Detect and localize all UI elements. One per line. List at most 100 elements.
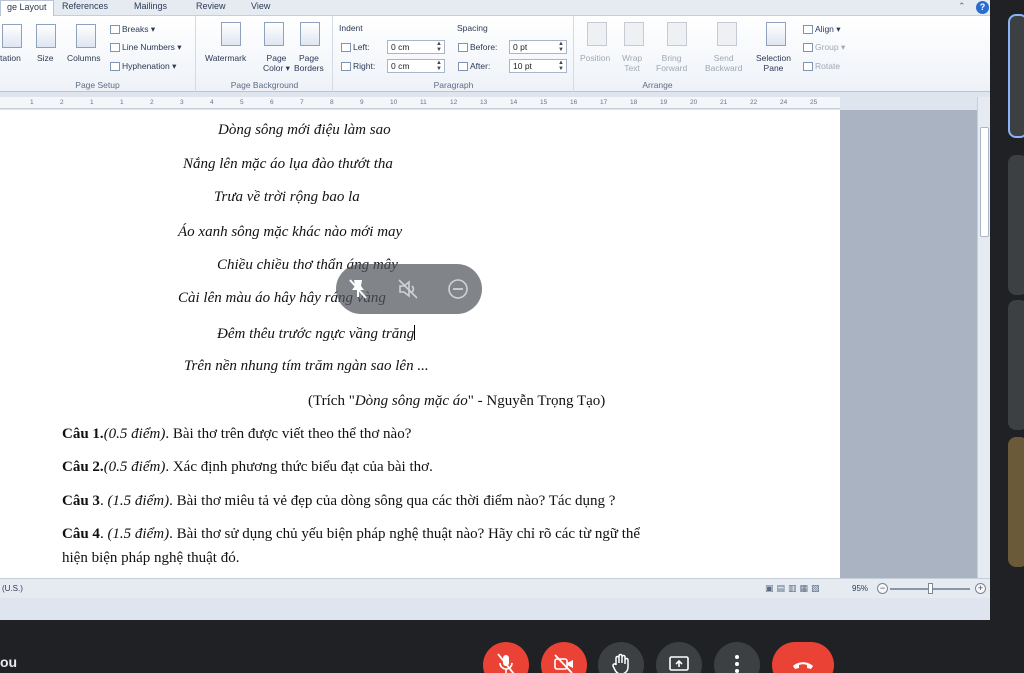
question-4-continuation: hiện biện pháp nghệ thuật đó. [62,550,240,566]
orientation-button[interactable]: tation [0,53,21,63]
zoom-level[interactable]: 95% [852,584,868,593]
remove-icon[interactable] [446,277,470,301]
tab-review[interactable]: Review [196,1,226,11]
group-button: Group ▾ [803,42,845,53]
vertical-scrollbar[interactable] [977,97,990,578]
ruler-tick: 1 [30,99,34,106]
participant-tile[interactable] [1008,155,1024,295]
indent-left-input[interactable]: 0 cm ▲ ▼ [387,40,445,54]
language-indicator[interactable]: (U.S.) [2,584,23,593]
columns-button[interactable]: Columns [67,53,101,63]
camera-toggle-button[interactable] [541,642,587,673]
spacing-before-input[interactable]: 0 pt ▲ ▼ [509,40,567,54]
help-icon[interactable]: ? [976,1,989,14]
group-page-background: Watermark Page Color ▾ Page Borders Page B… [197,16,333,92]
participant-video-tile[interactable] [1008,437,1024,567]
speaker-muted-icon[interactable] [396,277,420,301]
mic-toggle-button[interactable] [483,642,529,673]
question-2: Câu 2.(0.5 điểm). Xác định phương thức b… [62,459,433,475]
tab-view[interactable]: View [251,1,270,11]
selection-pane-button[interactable]: Selection Pane [756,53,791,73]
ruler-tick: 7 [300,99,304,106]
text-cursor [414,325,416,340]
participant-tile-active[interactable] [1008,14,1024,138]
ruler-tick: 11 [420,99,427,106]
line-numbers-button[interactable]: Line Numbers ▾ [110,42,182,53]
ruler-tick: 10 [390,99,398,106]
zoom-slider-knob[interactable] [928,583,933,594]
orientation-icon[interactable] [2,24,22,48]
position-icon [587,22,607,46]
present-screen-icon [669,656,689,671]
spacing-before-icon [458,43,468,53]
zoom-in-icon[interactable]: + [975,583,986,594]
poem-line: Dòng sông mới điệu làm sao [218,122,391,138]
tab-mailings[interactable]: Mailings [134,1,167,11]
question-4: Câu 4. (1.5 điểm). Bài thơ sử dụng chủ y… [62,526,641,542]
spinner-arrows-icon[interactable]: ▲ ▼ [558,41,564,53]
tab-references[interactable]: References [62,1,108,11]
spacing-after-label: After: [458,61,490,72]
question-1: Câu 1.(0.5 điểm). Bài thơ trên được viết… [62,426,412,442]
wrap-text-button: Wrap Text [622,53,643,73]
bring-forward-icon [667,22,687,46]
breaks-button[interactable]: Breaks ▾ [110,24,155,35]
pin-off-icon[interactable] [346,277,370,301]
group-page-setup: tation Size Columns Breaks ▾ Line Number… [0,16,196,92]
poem-line: Nắng lên mặc áo lụa đào thướt tha [183,156,393,172]
hyphenation-button[interactable]: Hyphenation ▾ [110,61,176,72]
align-button[interactable]: Align ▾ [803,24,841,35]
size-button[interactable]: Size [37,53,54,63]
participant-tile[interactable] [1008,300,1024,430]
scrollbar-thumb[interactable] [980,127,989,237]
page-background-label: Page Background [230,80,299,90]
spinner-arrows-icon[interactable]: ▲ ▼ [558,60,564,72]
citation: (Trích "Dòng sông mặc áo" - Nguyễn Trọng… [308,393,606,409]
tab-page-layout[interactable]: ge Layout [0,0,54,16]
watermark-button[interactable]: Watermark [205,53,246,63]
spacing-after-icon [458,62,468,72]
word-window: ge Layout References Mailings Review Vie… [0,0,990,620]
raise-hand-button[interactable] [598,642,644,673]
minimize-ribbon-icon[interactable]: ⌃ [958,1,966,12]
page-borders-icon[interactable] [300,22,320,46]
page-borders-button[interactable]: Page Borders [294,53,324,73]
self-name-label: ou [0,654,18,670]
page-setup-label: Page Setup [75,80,120,90]
rotate-button: Rotate [803,61,840,72]
view-mode-icons[interactable]: ▣▤▥▦▧ [765,583,823,594]
ruler-tick: 14 [510,99,518,106]
spinner-arrows-icon[interactable]: ▲ ▼ [436,41,442,53]
size-icon[interactable] [36,24,56,48]
arrange-label: Arrange [642,80,673,90]
ruler-tick: 15 [540,99,548,106]
line-numbers-icon [110,43,120,53]
indent-right-input[interactable]: 0 cm ▲ ▼ [387,59,445,73]
more-options-button[interactable] [714,642,760,673]
send-backward-button: Send Backward [705,53,743,73]
selection-pane-icon[interactable] [766,22,786,46]
spinner-arrows-icon[interactable]: ▲ ▼ [436,60,442,72]
ruler-tick: 1 [90,99,94,106]
columns-icon[interactable] [76,24,96,48]
ruler-tick: 13 [480,99,488,106]
watermark-icon[interactable] [221,22,241,46]
page-color-icon[interactable] [264,22,284,46]
ruler-tick: 16 [570,99,578,106]
status-bar: (U.S.) ▣▤▥▦▧ 95% − + [0,578,990,598]
spacing-after-input[interactable]: 10 pt ▲ ▼ [509,59,567,73]
indent-label: Indent [339,23,363,33]
ruler-tick: 9 [360,99,364,106]
poem-line: Áo xanh sông mặc khác nào mới may [178,224,403,240]
document-page[interactable]: Dòng sông mới điệu làm sao Nắng lên mặc … [0,110,840,578]
ruler-tick: 3 [180,99,184,106]
indent-left-icon [341,43,351,53]
page-color-button[interactable]: Page Color ▾ [263,53,290,73]
horizontal-ruler[interactable]: 1 2 1 1 2 3 4 5 6 7 8 9 10 11 12 13 14 15 16 17 18 19 20 21 22 24… [0,97,840,109]
ruler-tick: 22 [750,99,758,106]
present-screen-button[interactable] [656,642,702,673]
zoom-out-icon[interactable]: − [877,583,888,594]
poem-line: Trưa về trời rộng bao la [214,189,360,205]
ruler-tick: 17 [600,99,608,106]
end-call-button[interactable] [772,642,834,673]
